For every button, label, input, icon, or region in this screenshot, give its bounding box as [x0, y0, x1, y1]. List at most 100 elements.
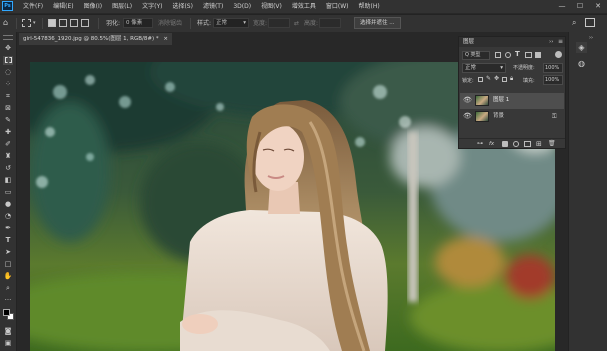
swap-icon[interactable]: ⇄ [294, 18, 299, 29]
filter-smart-object-icon[interactable] [535, 52, 541, 58]
collapse-panel-icon[interactable]: ›› [549, 37, 553, 47]
panel-menu-icon[interactable]: ≡ [558, 37, 563, 47]
divider [98, 18, 99, 29]
fill-label: 填充: [523, 78, 535, 84]
hand-tool-icon[interactable]: ✋ [3, 272, 13, 281]
lock-label: 锁定: [462, 78, 474, 84]
lock-all-icon[interactable]: 🔒︎ [510, 75, 513, 83]
layers-panel-footer: ⊶ fx ⊞ 🗑︎ [459, 138, 565, 149]
lasso-tool-icon[interactable]: ◌ [3, 68, 13, 77]
eraser-tool-icon[interactable]: ◧ [3, 176, 13, 185]
new-layer-icon[interactable]: ⊞ [536, 139, 542, 149]
intersect-selection-icon[interactable] [81, 19, 89, 27]
marquee-tool-icon[interactable] [22, 19, 31, 27]
menu-edit[interactable]: 编辑(E) [48, 0, 78, 13]
link-layers-icon[interactable]: ⊶ [477, 139, 483, 149]
layer-style-icon[interactable]: fx [489, 139, 494, 149]
history-brush-tool-icon[interactable]: ↺ [3, 164, 13, 173]
layers-panel-icon[interactable]: ◈ [576, 42, 587, 53]
fill-input[interactable]: 100% [543, 75, 563, 85]
lock-artboard-icon[interactable] [502, 77, 507, 82]
opacity-input[interactable]: 100% [543, 63, 563, 73]
menu-select[interactable]: 选择(S) [167, 0, 198, 13]
delete-layer-icon[interactable]: 🗑︎ [548, 139, 556, 149]
channels-panel-icon[interactable]: ◍ [576, 58, 587, 69]
move-tool-icon[interactable]: ✥ [3, 44, 13, 53]
lock-image-icon[interactable]: ✎ [486, 75, 491, 82]
lock-transparent-icon[interactable] [478, 77, 483, 82]
menu-type[interactable]: 文字(Y) [137, 0, 167, 13]
eyedropper-tool-icon[interactable]: ✎ [3, 116, 13, 125]
menu-bar: Ps 文件(F) 编辑(E) 图像(I) 图层(L) 文字(Y) 选择(S) 滤… [0, 0, 607, 13]
home-icon[interactable]: ⌂ [3, 18, 12, 27]
document-tab[interactable]: girl-547836_1920.jpg @ 80.5%(图层 1, RGB/8… [19, 33, 172, 45]
feather-input[interactable]: 0 像素 [123, 18, 153, 28]
quick-selection-tool-icon[interactable]: ⁘ [3, 80, 13, 89]
layer-name[interactable]: 图层 1 [493, 95, 509, 106]
rectangular-marquee-tool-icon[interactable] [3, 56, 13, 65]
style-label: 样式: [197, 20, 212, 27]
menu-layer[interactable]: 图层(L) [107, 0, 137, 13]
adjustment-layer-icon[interactable] [513, 141, 519, 147]
rectangle-tool-icon[interactable]: □ [3, 260, 13, 269]
select-and-mask-button[interactable]: 选择并遮住 ... [354, 17, 401, 29]
foreground-color-swatch-top[interactable] [3, 309, 10, 316]
maximize-button[interactable]: ☐ [571, 0, 589, 13]
dodge-tool-icon[interactable]: ◔ [3, 212, 13, 221]
width-input[interactable] [268, 18, 290, 28]
screen-mode-icon[interactable]: ▣ [3, 339, 13, 348]
brush-tool-icon[interactable]: ✐ [3, 140, 13, 149]
layers-panel-header: 图层 ›› ≡ [459, 37, 565, 47]
menu-help[interactable]: 帮助(H) [354, 0, 385, 13]
menu-3d[interactable]: 3D(D) [228, 0, 256, 13]
toolbar-grip[interactable] [3, 35, 13, 40]
menu-window[interactable]: 窗口(W) [321, 0, 354, 13]
close-window-button[interactable]: ✕ [589, 0, 607, 13]
layer-name[interactable]: 背景 [493, 111, 504, 122]
filter-type-icon[interactable]: T [515, 50, 520, 58]
subtract-selection-icon[interactable] [70, 19, 78, 27]
collapse-dock-icon[interactable]: ›› [589, 35, 593, 41]
layer-row-background[interactable]: 👁︎ 背景 ⚿ [460, 109, 564, 125]
minimize-button[interactable]: — [553, 0, 571, 13]
search-icon[interactable]: ⌕ [572, 18, 576, 28]
antialias-checkbox[interactable]: 消除锯齿 [158, 18, 182, 29]
more-tools-icon[interactable]: ··· [3, 296, 13, 305]
clone-stamp-tool-icon[interactable]: ♜ [3, 152, 13, 161]
workspace-icon[interactable] [585, 18, 595, 27]
height-input[interactable] [319, 18, 341, 28]
lock-position-icon[interactable]: ✥ [494, 75, 499, 82]
eye-icon[interactable]: 👁︎ [463, 95, 472, 106]
add-to-selection-icon[interactable] [59, 19, 67, 27]
crop-tool-icon[interactable]: ⌗ [3, 92, 13, 101]
chevron-down-icon[interactable]: ▾ [33, 20, 36, 26]
filter-shape-icon[interactable] [525, 52, 532, 58]
gradient-tool-icon[interactable]: ▭ [3, 188, 13, 197]
menu-file[interactable]: 文件(F) [18, 0, 48, 13]
path-selection-tool-icon[interactable]: ➤ [3, 248, 13, 257]
frame-tool-icon[interactable]: ⊠ [3, 104, 13, 113]
filter-pixel-icon[interactable] [495, 52, 501, 58]
healing-brush-tool-icon[interactable]: ✚ [3, 128, 13, 137]
menu-filter[interactable]: 滤镜(T) [198, 0, 228, 13]
layer-filter-select[interactable]: Q 类型 [462, 51, 490, 60]
menu-plugins[interactable]: 增效工具 [287, 0, 321, 13]
pen-tool-icon[interactable]: ✒ [3, 224, 13, 233]
menu-view[interactable]: 视图(V) [256, 0, 287, 13]
new-group-icon[interactable] [524, 141, 531, 147]
blur-tool-icon[interactable]: ● [3, 200, 13, 209]
eye-icon[interactable]: 👁︎ [463, 111, 472, 122]
zoom-tool-icon[interactable]: ⌕ [3, 284, 13, 293]
filter-adjustment-icon[interactable] [505, 52, 511, 58]
menu-image[interactable]: 图像(I) [79, 0, 107, 13]
close-tab-icon[interactable]: × [163, 36, 168, 42]
layers-panel-title[interactable]: 图层 [463, 37, 474, 47]
layer-row-layer-1[interactable]: 👁︎ 图层 1 [460, 93, 564, 109]
new-selection-icon[interactable] [48, 19, 56, 27]
quick-mask-icon[interactable]: ◙ [3, 327, 13, 336]
style-select[interactable]: 正常 ▾ [213, 18, 249, 28]
blend-mode-select[interactable]: 正常 ▾ [462, 63, 506, 73]
filter-toggle-icon[interactable] [555, 51, 562, 58]
add-mask-icon[interactable] [502, 141, 508, 147]
type-tool-icon[interactable]: T [3, 236, 13, 245]
